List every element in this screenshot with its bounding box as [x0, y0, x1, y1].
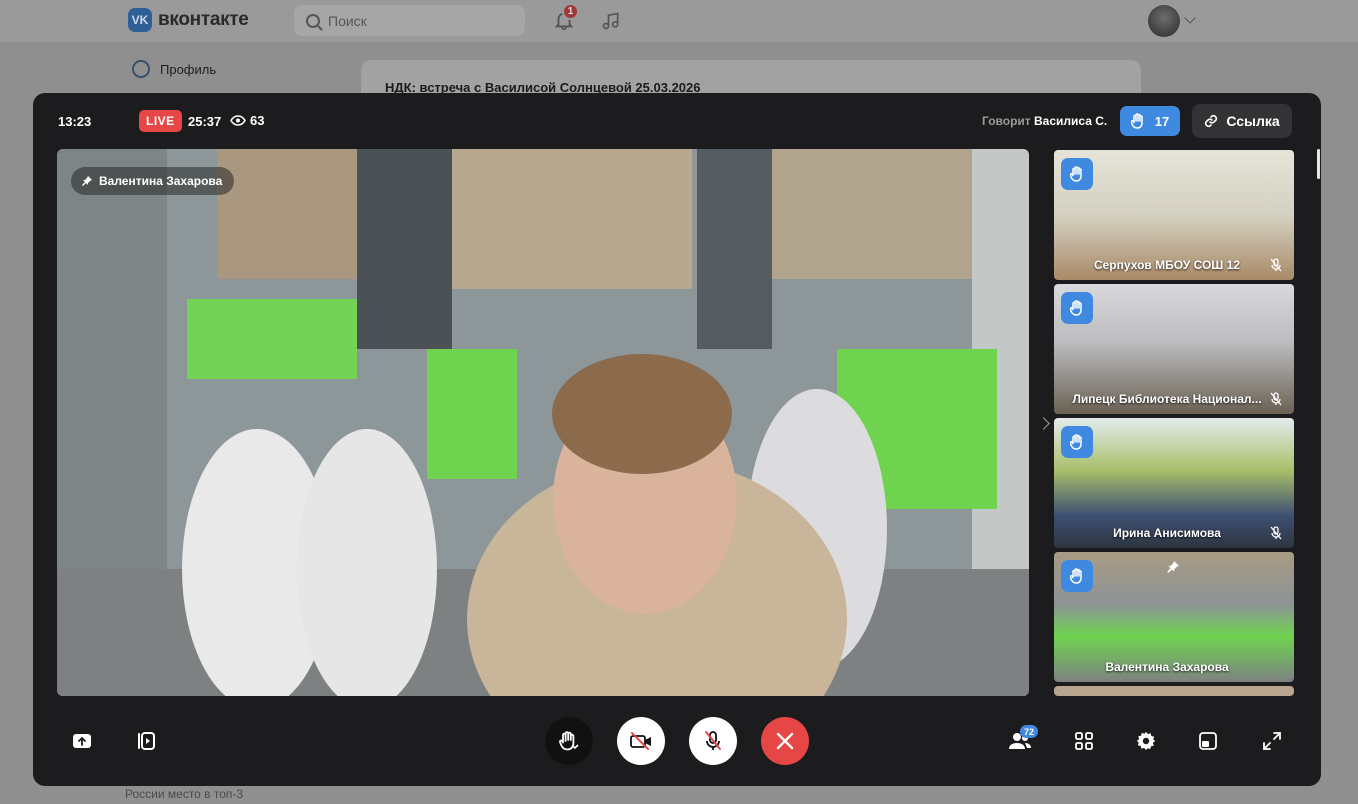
mic-off-icon	[1270, 258, 1282, 272]
viewers-number: 63	[250, 113, 265, 128]
pinned-participant-name: Валентина Захарова	[99, 174, 223, 188]
sidebar-item-profile[interactable]: Профиль	[132, 60, 216, 78]
record-button[interactable]	[132, 727, 160, 755]
speaking-name: Василиса С.	[1034, 114, 1108, 128]
user-avatar[interactable]	[1148, 5, 1180, 37]
grid-icon	[1075, 732, 1093, 750]
tiles-scrollbar[interactable]	[1317, 149, 1320, 179]
sidebar-item-label: Профиль	[160, 61, 217, 77]
mic-off-icon	[1270, 526, 1282, 540]
speaking-prefix: Говорит	[982, 114, 1031, 128]
participant-name: Валентина Захарова	[1105, 660, 1229, 674]
picture-in-picture-icon	[1199, 732, 1217, 750]
viewers-count: 63	[230, 113, 264, 128]
raised-hand-badge	[1061, 158, 1093, 190]
participant-name: Серпухов МБОУ СОШ 12	[1093, 258, 1241, 272]
eye-icon	[230, 115, 246, 126]
raise-hand-icon	[1130, 113, 1143, 129]
fullscreen-icon	[1263, 732, 1281, 750]
notification-badge: 1	[562, 3, 579, 20]
raise-hand-icon	[1070, 166, 1082, 182]
raise-hand-icon	[1070, 434, 1082, 450]
settings-button[interactable]	[1132, 727, 1160, 755]
main-video[interactable]: Валентина Захарова	[57, 149, 1029, 696]
share-screen-button[interactable]	[68, 727, 96, 755]
live-badge: LIVE	[139, 110, 182, 132]
participants-count-badge: 72	[1020, 725, 1038, 738]
search-placeholder: Поиск	[328, 12, 367, 29]
pin-icon	[82, 176, 92, 186]
camera-off-icon	[630, 732, 651, 750]
participant-tile[interactable]: Серпухов МБОУ СОШ 12	[1054, 150, 1294, 280]
participant-name: Ирина Анисимова	[1113, 526, 1221, 540]
participant-tile[interactable]: Валентина Захарова	[1054, 552, 1294, 682]
raise-hand-icon	[1070, 568, 1082, 584]
hang-up-icon	[776, 732, 794, 750]
speaking-indicator: Говорит Василиса С.	[982, 114, 1107, 128]
raised-hands-button[interactable]: 17	[1120, 106, 1180, 136]
mic-toggle-button[interactable]	[689, 717, 737, 765]
raised-hand-badge	[1061, 560, 1093, 592]
copy-link-button[interactable]: Ссылка	[1192, 104, 1292, 138]
grid-layout-button[interactable]	[1070, 727, 1098, 755]
raised-hands-count: 17	[1154, 113, 1170, 129]
share-screen-icon	[73, 734, 91, 748]
pin-icon	[1167, 561, 1179, 573]
raised-hand-badge	[1061, 292, 1093, 324]
call-window: 13:23 LIVE 25:37 63 Говорит Василиса С. …	[33, 93, 1321, 786]
link-icon	[1205, 114, 1218, 128]
raise-hand-icon	[559, 731, 579, 751]
hang-up-button[interactable]	[761, 717, 809, 765]
search-input[interactable]: Поиск	[294, 5, 525, 36]
participant-tile[interactable]: Ирина Анисимова	[1054, 418, 1294, 548]
call-duration: 25:37	[188, 114, 222, 129]
camera-toggle-button[interactable]	[617, 717, 665, 765]
profile-icon	[132, 60, 150, 78]
gear-icon	[1136, 731, 1156, 751]
raised-hand-badge	[1061, 426, 1093, 458]
music-icon[interactable]	[601, 10, 621, 32]
picture-in-picture-button[interactable]	[1194, 727, 1222, 755]
call-clock: 13:23	[58, 114, 92, 129]
vk-logo[interactable]: VK вконтакте	[128, 8, 249, 32]
participant-tile[interactable]: Липецк Библиотека Национал...	[1054, 284, 1294, 414]
mic-off-icon	[1270, 392, 1282, 406]
participant-tile-partial[interactable]	[1054, 686, 1294, 696]
raise-hand-button[interactable]	[545, 717, 593, 765]
search-icon	[306, 13, 320, 28]
background-text: России место в топ-3	[125, 787, 244, 801]
fullscreen-button[interactable]	[1258, 727, 1286, 755]
mic-off-icon	[705, 731, 721, 750]
participant-name: Липецк Библиотека Национал...	[1072, 392, 1262, 406]
raise-hand-icon	[1070, 300, 1082, 316]
pinned-participant-label: Валентина Захарова	[71, 167, 235, 195]
record-icon	[138, 732, 155, 750]
chevron-right-icon[interactable]	[1037, 417, 1050, 430]
vk-logo-icon: VK	[128, 8, 152, 32]
vk-logo-text: вконтакте	[158, 9, 249, 30]
main-video-frame	[57, 149, 1029, 696]
copy-link-label: Ссылка	[1226, 113, 1280, 129]
